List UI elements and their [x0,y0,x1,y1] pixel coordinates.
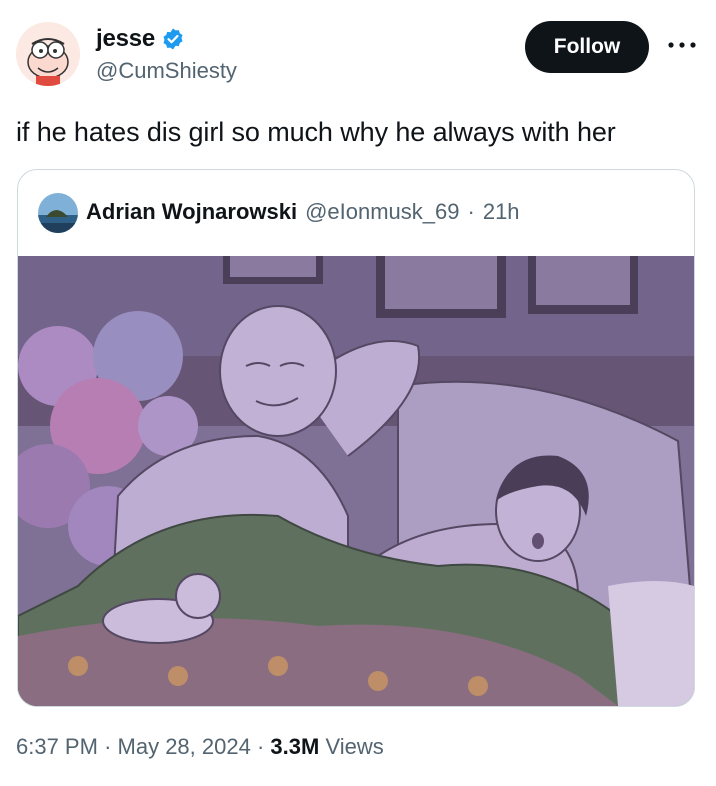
tweet-date[interactable]: May 28, 2024 [118,734,251,759]
quoted-author-name[interactable]: Adrian Wojnarowski [86,199,297,225]
quoted-tweet-card[interactable]: Adrian Wojnarowski @eIonmusk_69 · 21h [17,169,695,707]
quoted-separator: · [467,199,475,224]
cartoon-wojak-in-bed-image[interactable] [18,256,694,706]
author-name-row: jesse [96,25,185,53]
author-handle[interactable]: @CumShiesty [96,58,237,84]
more-dots-icon[interactable] [662,30,702,60]
meta-separator: · [104,734,112,759]
quoted-author-handle[interactable]: @eIonmusk_69 [305,199,459,225]
quoted-author-avatar[interactable] [38,193,78,233]
quoted-header: Adrian Wojnarowski @eIonmusk_69 · 21h [86,199,520,225]
follow-button[interactable]: Follow [525,21,649,73]
author-avatar[interactable] [16,22,80,86]
quoted-timestamp[interactable]: 21h [483,199,520,225]
views-count: 3.3M [270,734,320,759]
views-label: Views [325,734,384,759]
peter-griffin-avatar-icon [16,22,80,86]
island-landscape-avatar-icon [38,193,78,233]
author-name[interactable]: jesse [96,25,155,53]
verified-badge-icon [163,28,183,50]
meta-separator: · [256,734,265,759]
tweet-text: if he hates dis girl so much why he alwa… [16,117,616,147]
tweet-meta: 6:37 PM · May 28, 2024 · 3.3M Views [16,734,384,760]
tweet-time[interactable]: 6:37 PM [16,734,98,759]
